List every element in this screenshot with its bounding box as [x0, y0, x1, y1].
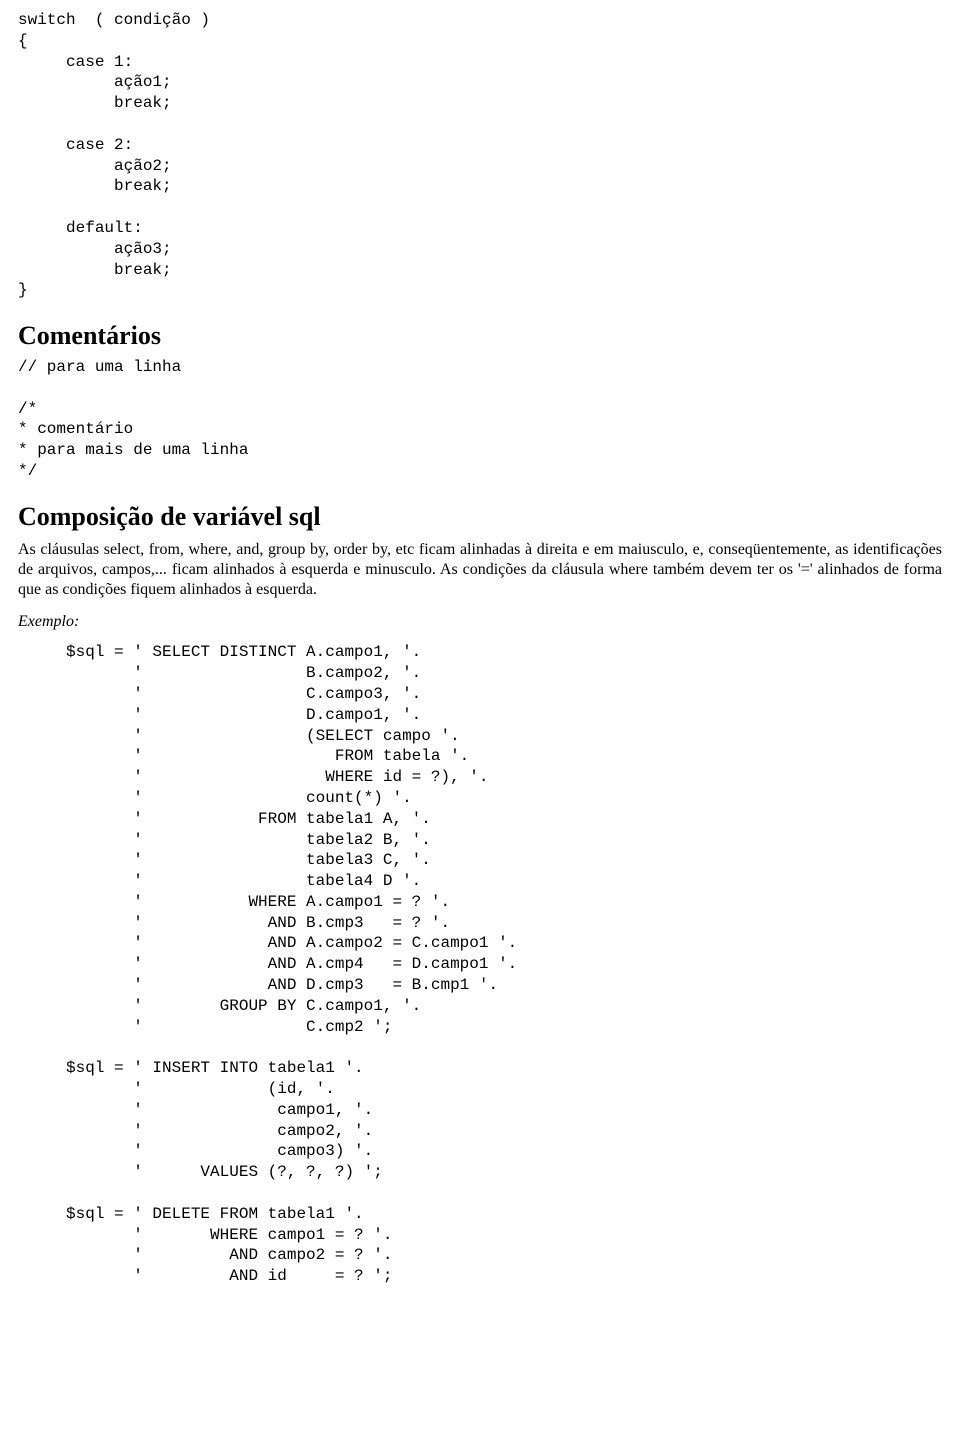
paragraph-sql-alignment: As cláusulas select, from, where, and, g…: [18, 540, 942, 600]
heading-composicao-sql: Composição de variável sql: [18, 500, 942, 534]
label-exemplo: Exemplo:: [18, 612, 942, 633]
heading-comentarios: Comentários: [18, 319, 942, 353]
code-comments-block: // para uma linha /* * comentário * para…: [18, 357, 942, 482]
code-switch-block: switch ( condição ) { case 1: ação1; bre…: [18, 10, 942, 301]
code-sql-example: $sql = ' SELECT DISTINCT A.campo1, '. ' …: [18, 642, 942, 1287]
